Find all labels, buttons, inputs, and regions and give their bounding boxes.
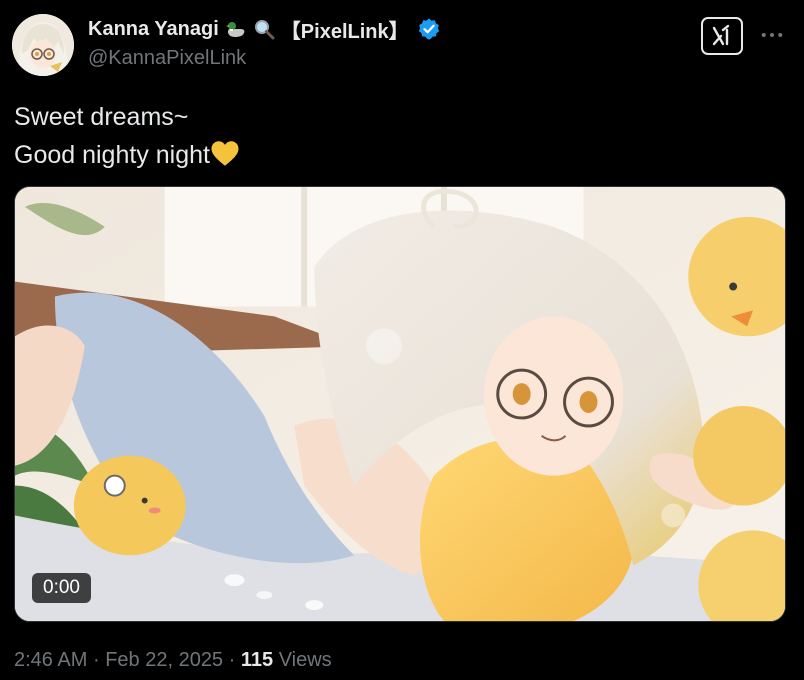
avatar-illustration xyxy=(12,14,74,76)
tweet-line-2-text: Good nighty night xyxy=(14,141,210,169)
display-name[interactable]: Kanna Yanagi xyxy=(88,18,219,41)
meta-separator: · xyxy=(92,649,100,671)
views-label[interactable]: Views xyxy=(279,649,332,671)
magnifier-icon xyxy=(253,18,275,40)
video-thumbnail xyxy=(15,187,785,621)
author-handle[interactable]: @KannaPixelLink xyxy=(88,47,246,70)
verified-badge-icon[interactable] xyxy=(417,17,441,41)
duck-icon xyxy=(225,18,247,40)
tweet-date[interactable]: Feb 22, 2025 xyxy=(105,649,223,671)
author-name-row[interactable]: Kanna Yanagi 【PixelLink】 xyxy=(88,15,441,43)
tweet-meta: 2:46 AM · Feb 22, 2025 · 115 Views xyxy=(14,649,332,672)
tweet-text: Sweet dreams~ Good nighty night xyxy=(14,98,240,174)
video-duration-badge: 0:00 xyxy=(32,573,91,603)
views-count[interactable]: 115 xyxy=(241,649,273,671)
more-dots-icon xyxy=(761,32,783,38)
tweet-line-1: Sweet dreams~ xyxy=(14,103,189,131)
meta-separator: · xyxy=(228,649,236,671)
tweet-time[interactable]: 2:46 AM xyxy=(14,649,87,671)
grok-button[interactable] xyxy=(701,17,743,55)
name-tag[interactable]: 【PixelLink】 xyxy=(281,15,409,44)
avatar[interactable] xyxy=(12,14,74,76)
tweet-line-2: Good nighty night xyxy=(14,136,240,174)
more-options-button[interactable] xyxy=(756,20,788,50)
video-player[interactable] xyxy=(14,186,786,622)
grok-icon xyxy=(712,24,730,46)
yellow-heart-icon xyxy=(211,141,239,166)
